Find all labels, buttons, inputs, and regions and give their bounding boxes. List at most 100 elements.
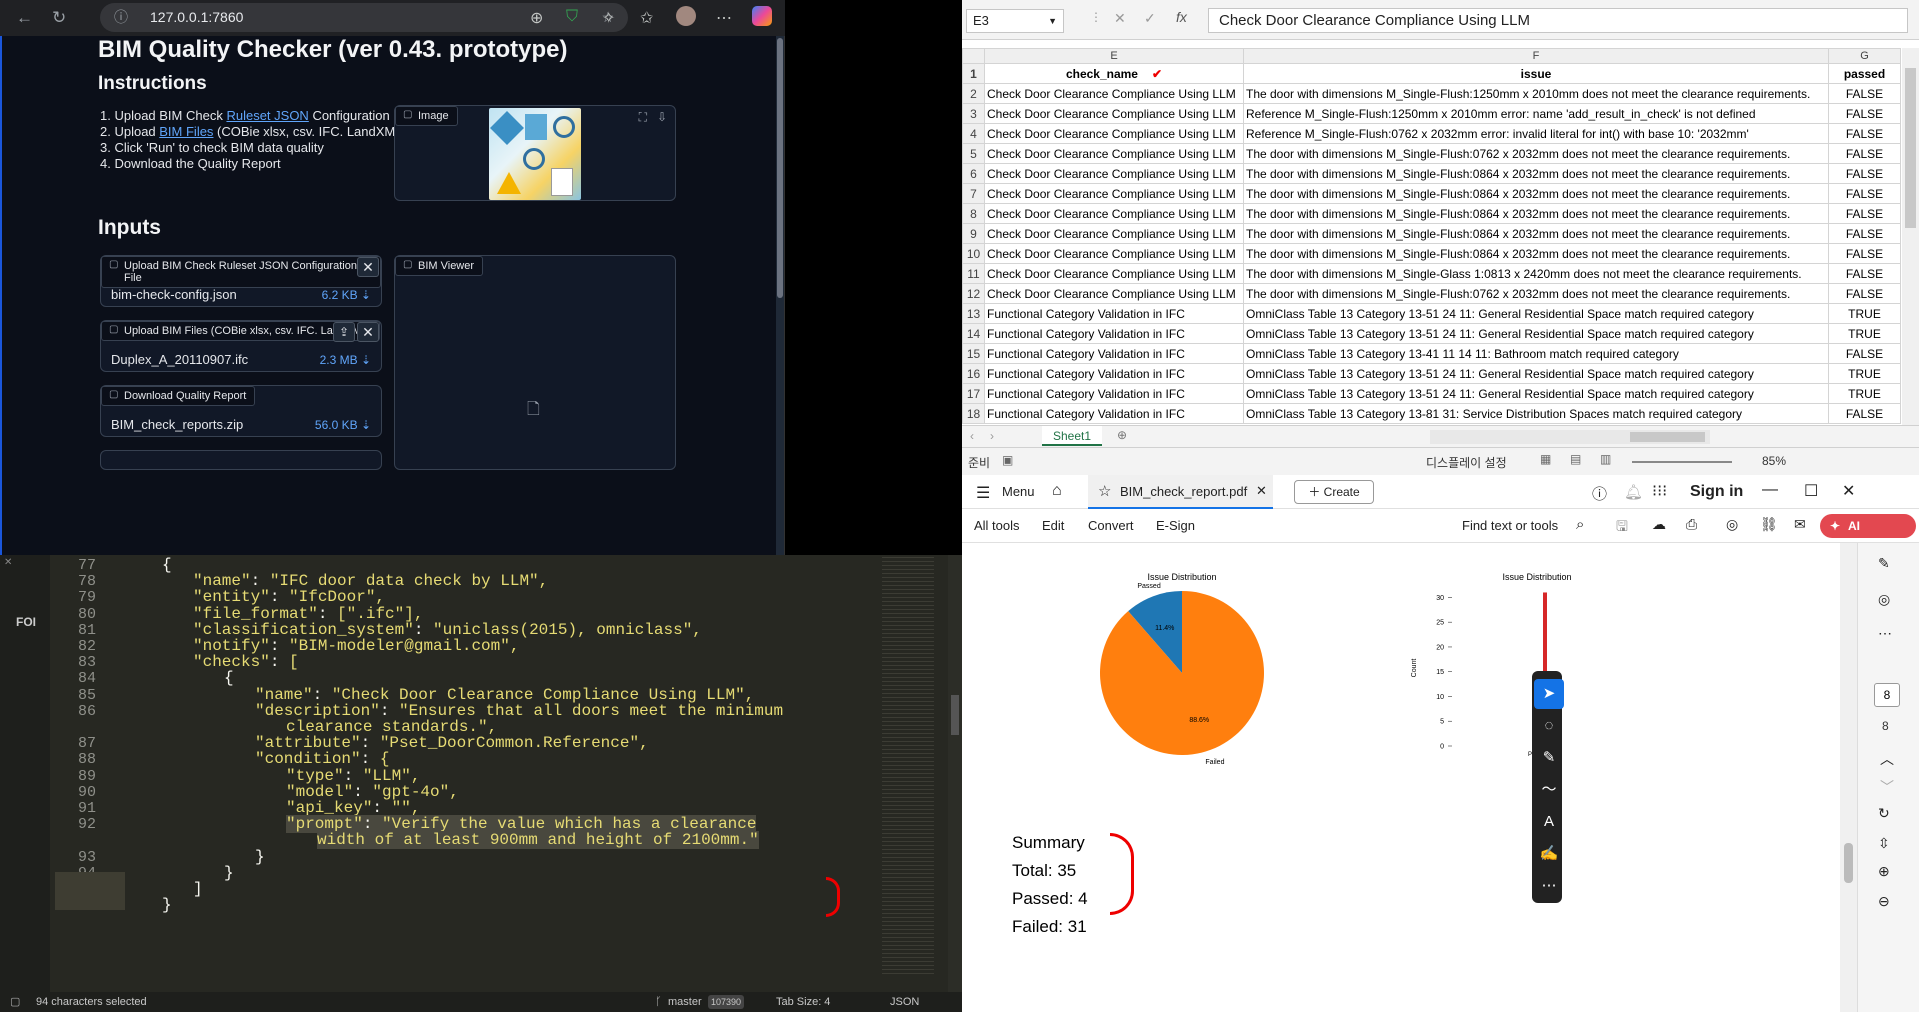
bell-icon[interactable]: 🔔︎ [1624, 483, 1643, 501]
passed-cell[interactable]: TRUE [1828, 383, 1901, 404]
check-name-cell[interactable]: Functional Category Validation in IFC [984, 303, 1244, 324]
passed-cell[interactable]: FALSE [1828, 343, 1901, 364]
issue-cell[interactable]: The door with dimensions M_Single-Flush:… [1243, 163, 1829, 184]
fullscreen-icon[interactable]: ⛶ [639, 110, 647, 125]
row-number[interactable]: 13 [962, 303, 985, 324]
report-filename[interactable]: BIM_check_reports.zip [111, 417, 243, 432]
check-name-cell[interactable]: Check Door Clearance Compliance Using LL… [984, 283, 1244, 304]
code-line[interactable]: } [224, 864, 234, 882]
check-name-cell[interactable]: Functional Category Validation in IFC [984, 403, 1244, 424]
row-number[interactable]: 18 [962, 403, 985, 424]
code-line[interactable]: ] [193, 880, 203, 898]
help-icon[interactable]: ⓘ [1592, 483, 1607, 504]
sidebar-close-icon[interactable]: ✕ [4, 557, 12, 568]
fit-page-icon[interactable]: ⇳ [1878, 835, 1890, 852]
row-number[interactable]: 12 [962, 283, 985, 304]
check-name-cell[interactable]: Check Door Clearance Compliance Using LL… [984, 163, 1244, 184]
more-icon[interactable]: ⋯ [716, 8, 732, 28]
zoom-slider[interactable] [1632, 461, 1732, 463]
find-tools[interactable]: Find text or tools [1462, 518, 1558, 533]
issue-cell[interactable]: The door with dimensions M_Single-Flush:… [1243, 243, 1829, 264]
page-scrollbar[interactable] [776, 36, 784, 555]
ruleset-filesize[interactable]: 6.2 KB ⇣ [322, 288, 371, 302]
esign-button[interactable]: E-Sign [1156, 518, 1195, 533]
passed-cell[interactable]: FALSE [1828, 183, 1901, 204]
more-tools-icon[interactable]: ⋯ [1534, 871, 1564, 901]
row-number[interactable]: 7 [962, 183, 985, 204]
page-up-icon[interactable]: ︿ [1880, 749, 1894, 769]
passed-cell[interactable]: FALSE [1828, 103, 1901, 124]
select-tool-icon[interactable]: ➤ [1534, 679, 1564, 709]
accessibility-icon[interactable]: ▣ [1002, 453, 1013, 467]
check-name-cell[interactable]: Check Door Clearance Compliance Using LL… [984, 123, 1244, 144]
minimap[interactable] [878, 555, 948, 992]
check-name-cell[interactable]: Functional Category Validation in IFC [984, 323, 1244, 344]
row-number[interactable]: 6 [962, 163, 985, 184]
download-icon[interactable]: ⇩ [657, 110, 667, 124]
issue-cell[interactable]: OmniClass Table 13 Category 13-81 31: Se… [1243, 403, 1829, 424]
passed-cell[interactable]: FALSE [1828, 143, 1901, 164]
close-tab-icon[interactable]: ✕ [1256, 483, 1267, 499]
row-number[interactable]: 17 [962, 383, 985, 404]
passed-cell[interactable]: TRUE [1828, 323, 1901, 344]
bim-files-link[interactable]: BIM Files [159, 124, 213, 139]
issue-cell[interactable]: Reference M_Single-Flush:1250mm x 2010mm… [1243, 103, 1829, 124]
ruleset-filename[interactable]: bim-check-config.json [111, 287, 237, 302]
syntax-mode[interactable]: JSON [890, 992, 919, 1012]
passed-cell[interactable]: FALSE [1828, 123, 1901, 144]
name-box[interactable]: E3 ▼ [966, 9, 1064, 33]
issue-cell[interactable]: The door with dimensions M_Single-Flush:… [1243, 203, 1829, 224]
apps-icon[interactable]: ⁝⁝⁝ [1652, 481, 1667, 501]
shield-icon[interactable]: ⛉ [566, 8, 578, 26]
maximize-icon[interactable]: ☐ [1804, 481, 1818, 501]
panel-toggle-icon[interactable]: ▢ [10, 992, 20, 1012]
convert-button[interactable]: Convert [1088, 518, 1134, 533]
column-header-e[interactable]: E [984, 48, 1244, 64]
bim-filename[interactable]: Duplex_A_20110907.ifc [111, 352, 248, 367]
info-icon[interactable]: ⓘ [114, 3, 128, 32]
passed-cell[interactable]: TRUE [1828, 363, 1901, 384]
git-branch[interactable]: master [668, 992, 702, 1012]
sheet1-tab[interactable]: Sheet1 [1042, 426, 1102, 446]
avatar[interactable] [676, 6, 696, 26]
check-name-cell[interactable]: Functional Category Validation in IFC [984, 363, 1244, 384]
search-icon[interactable]: ⌕ [1576, 516, 1584, 533]
address-bar[interactable]: ⓘ 127.0.0.1:7860 ☆ [100, 3, 628, 32]
favorites-icon[interactable]: ✩ [640, 8, 653, 28]
email-icon[interactable]: ✉ [1794, 516, 1806, 533]
more-panel-icon[interactable]: ⋯ [1878, 625, 1892, 642]
row-number[interactable]: 9 [962, 223, 985, 244]
code-area[interactable]: {"name": "IFC door data check by LLM", "e… [120, 555, 878, 992]
issue-cell[interactable]: OmniClass Table 13 Category 13-51 24 11:… [1243, 363, 1829, 384]
normal-view-icon[interactable]: ▦ [1540, 452, 1551, 466]
passed-cell[interactable]: FALSE [1828, 83, 1901, 104]
pdf-tab[interactable]: ☆ BIM_check_report.pdf ✕ [1088, 475, 1273, 509]
bim-upload-panel[interactable]: Upload BIM Files (COBie xlsx, csv. IFC. … [100, 320, 382, 372]
bim-filesize[interactable]: 2.3 MB ⇣ [320, 353, 371, 367]
row-number[interactable]: 3 [962, 103, 985, 124]
vertical-scrollbar[interactable] [1902, 48, 1919, 425]
issue-cell[interactable]: The door with dimensions M_Single-Glass … [1243, 263, 1829, 284]
menu-button[interactable]: Menu [1002, 484, 1035, 499]
pdf-scrollbar[interactable] [1840, 543, 1857, 1012]
row-number[interactable]: 2 [962, 83, 985, 104]
code-line[interactable]: "checks": [ [193, 653, 299, 671]
zoom-level[interactable]: 85% [1762, 454, 1786, 468]
edit-button[interactable]: Edit [1042, 518, 1064, 533]
horizontal-scrollbar[interactable] [1430, 430, 1710, 444]
header-check-name[interactable]: check_name ✔ [984, 63, 1244, 84]
bim-viewer-panel[interactable]: BIM Viewer 🗋 [394, 255, 676, 470]
check-name-cell[interactable]: Functional Category Validation in IFC [984, 343, 1244, 364]
copilot-icon[interactable] [752, 6, 772, 26]
passed-cell[interactable]: FALSE [1828, 203, 1901, 224]
enter-icon[interactable]: ✓ [1144, 10, 1156, 27]
row-number[interactable]: 5 [962, 143, 985, 164]
zoom-in-icon[interactable]: ⊕ [1878, 863, 1890, 880]
rotate-icon[interactable]: ↻ [1878, 805, 1890, 822]
code-line[interactable]: width of at least 900mm and height of 21… [317, 831, 759, 850]
passed-cell[interactable]: FALSE [1828, 283, 1901, 304]
close-window-icon[interactable]: ✕ [1842, 481, 1855, 501]
pdf-scroll-thumb[interactable] [1844, 843, 1853, 883]
next-sheet-icon[interactable]: › [990, 429, 994, 443]
row-number[interactable]: 14 [962, 323, 985, 344]
